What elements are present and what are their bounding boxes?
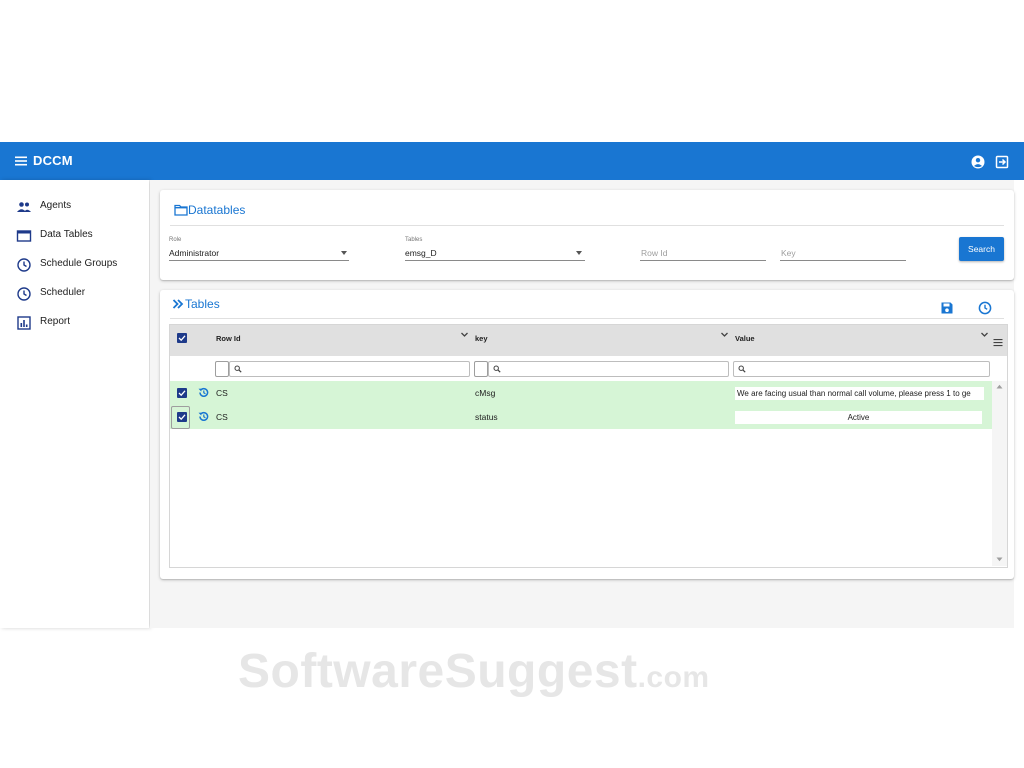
table-row[interactable]: CS cMsg We are facing usual than normal … [170,381,992,405]
app-title: DCCM [33,153,73,168]
search-icon [738,365,746,373]
chart-icon [17,316,31,330]
double-chevron-right-icon [172,299,184,309]
sidebar-item-agents[interactable]: Agents [0,196,149,218]
save-icon[interactable] [940,301,954,315]
table-window-icon [16,230,32,242]
sidebar-item-scheduler[interactable]: Scheduler [0,283,149,305]
undo-history-icon[interactable] [197,410,210,423]
row-id-underline [640,260,766,261]
role-select[interactable]: Administrator [169,248,219,258]
datatables-card [160,190,1014,280]
data-grid: Row Id key Value CS cMsg We are facing u… [169,324,1008,568]
logout-icon[interactable] [994,154,1010,170]
row-id-input[interactable]: Row Id [641,248,667,258]
row-checkbox[interactable] [177,412,187,422]
check-icon [178,390,186,397]
card-divider [170,318,1004,319]
key-input[interactable]: Key [781,248,796,258]
folder-icon [174,204,188,216]
role-underline [169,260,349,261]
grid-header: Row Id key Value [170,325,1007,356]
sidebar-item-report[interactable]: Report [0,312,149,334]
history-icon[interactable] [978,301,992,315]
search-button[interactable]: Search [959,237,1004,261]
clock-icon [17,287,31,301]
watermark-main: SoftwareSuggest [238,645,638,698]
value-cell[interactable]: We are facing usual than normal call vol… [735,387,984,400]
watermark-suffix: .com [637,661,710,694]
vertical-scrollbar[interactable] [992,381,1007,566]
key-cell: status [475,412,498,422]
sidebar-item-data-tables[interactable]: Data Tables [0,225,149,247]
app-bar: DCCM [0,142,1024,180]
scroll-up-icon[interactable] [996,384,1003,389]
sidebar-item-label: Agents [40,200,72,211]
table-row[interactable]: CS status Active [170,405,992,429]
key-underline [780,260,906,261]
column-header-value[interactable]: Value [735,334,755,343]
tables-select[interactable]: emsg_D [405,248,437,258]
row-id-cell: CS [216,388,228,398]
role-label: Role [169,237,182,243]
datatables-title: Datatables [188,203,246,217]
undo-history-icon[interactable] [197,386,210,399]
sidebar-item-label: Data Tables [40,229,93,240]
row-id-filter-input[interactable] [229,361,470,377]
value-filter-input[interactable] [733,361,990,377]
clock-icon [17,258,31,272]
filter-checkbox[interactable] [215,361,229,377]
key-filter-input[interactable] [488,361,729,377]
column-menu-icon[interactable] [993,338,1003,347]
check-icon [178,335,186,342]
tables-underline [405,260,585,261]
chevron-down-icon[interactable] [576,251,582,255]
chevron-down-icon[interactable] [720,330,729,339]
sidebar-item-label: Scheduler [40,287,86,298]
tables-title: Tables [185,297,220,311]
filter-row [170,356,1007,381]
search-icon [234,365,242,373]
sidebar-item-schedule-groups[interactable]: Schedule Groups [0,254,149,276]
sidebar-item-label: Schedule Groups [40,258,118,269]
card-divider [170,225,1004,226]
key-cell: cMsg [475,388,496,398]
column-header-key[interactable]: key [475,334,488,343]
scroll-down-icon[interactable] [996,557,1003,562]
row-checkbox[interactable] [177,388,187,398]
sidebar-item-label: Report [40,316,71,327]
search-icon [493,365,501,373]
chevron-down-icon[interactable] [980,330,989,339]
select-all-checkbox[interactable] [177,333,187,343]
chevron-down-icon[interactable] [460,330,469,339]
row-id-cell: CS [216,412,228,422]
account-icon[interactable] [970,154,986,170]
value-cell[interactable]: Active [735,411,982,424]
people-icon [17,202,31,212]
tables-label: Tables [405,237,423,243]
sidebar: Agents Data Tables Schedule Groups Sched… [0,180,149,628]
filter-checkbox[interactable] [474,361,488,377]
watermark: SoftwareSuggest.com [238,644,710,699]
column-header-row-id[interactable]: Row Id [216,334,241,343]
menu-icon[interactable] [14,154,28,168]
check-icon [178,414,186,421]
chevron-down-icon[interactable] [341,251,347,255]
